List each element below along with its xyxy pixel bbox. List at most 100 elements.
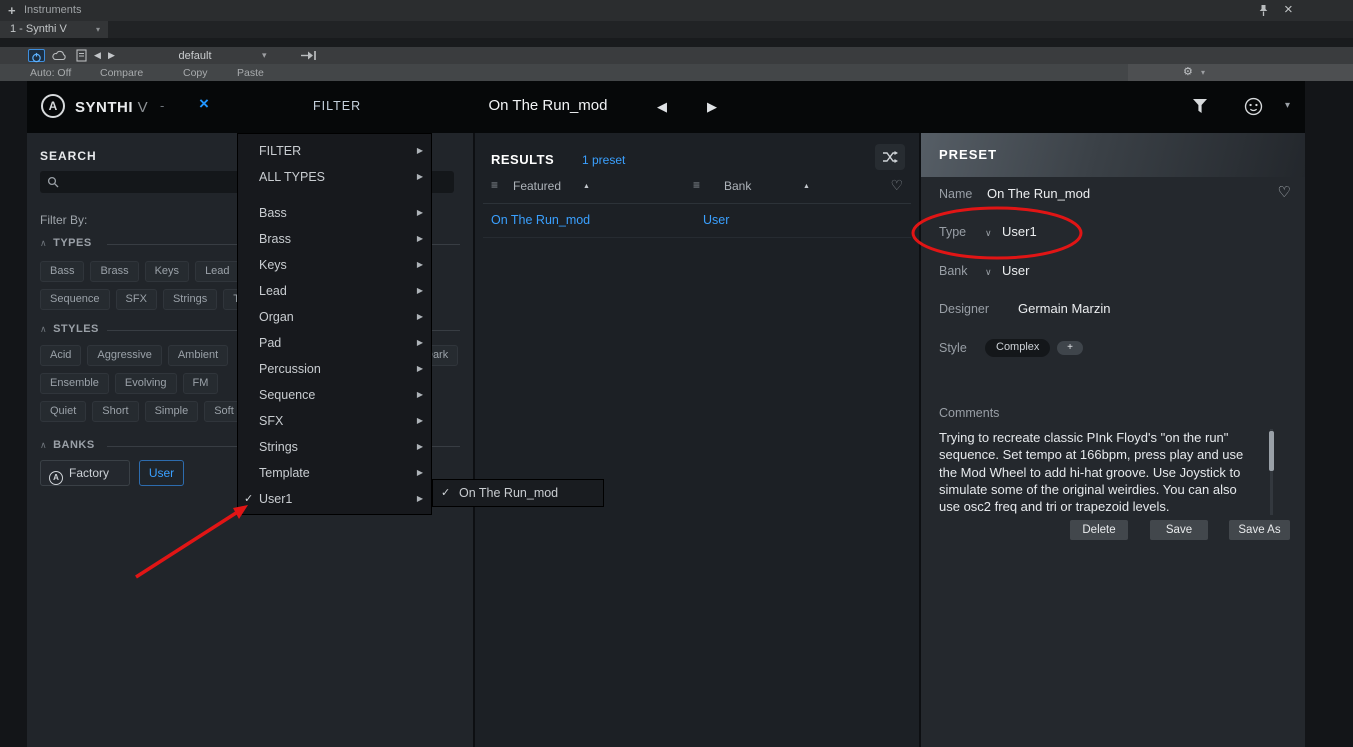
save-as-button[interactable]: Save As	[1229, 520, 1290, 540]
menu-item-keys[interactable]: Keys▶	[238, 252, 431, 278]
paste-button[interactable]: Paste	[237, 67, 264, 79]
hamburger-icon[interactable]: ≡	[693, 178, 700, 192]
close-browser-icon[interactable]: ×	[199, 94, 209, 114]
type-select-value[interactable]: User1	[1002, 224, 1037, 239]
type-select-chevron-icon[interactable]: ∨	[985, 228, 992, 239]
menu-item-percussion[interactable]: Percussion▶	[238, 356, 431, 382]
add-instrument-icon[interactable]: +	[8, 3, 16, 18]
type-chip[interactable]: Keys	[145, 261, 189, 282]
arturia-logo-icon: A	[41, 94, 65, 118]
result-row-name[interactable]: On The Run_mod	[491, 213, 590, 227]
comments-textarea[interactable]: Trying to recreate classic PInk Floyd's …	[939, 429, 1261, 515]
tab-synthi-v[interactable]: 1 - Synthi V ▾	[0, 21, 108, 38]
chevron-up-icon: ∧	[40, 324, 47, 334]
menu-item-sequence[interactable]: Sequence▶	[238, 382, 431, 408]
cloud-icon[interactable]	[52, 50, 67, 61]
types-section-header[interactable]: ∧TYPES	[40, 237, 92, 249]
gear-icon[interactable]: ⚙	[1183, 65, 1193, 78]
favorite-heart-icon[interactable]: ♡	[1278, 183, 1291, 201]
auto-label[interactable]: Auto: Off	[30, 67, 71, 79]
column-bank[interactable]: Bank	[724, 179, 751, 193]
tab-strip: 1 - Synthi V ▾	[0, 21, 1353, 38]
next-preset-arrow[interactable]: ▶	[707, 99, 717, 115]
styles-section-header[interactable]: ∧STYLES	[40, 323, 99, 335]
sort-asc-icon[interactable]: ▲	[803, 183, 810, 190]
close-window-icon[interactable]: ×	[1284, 1, 1293, 18]
type-chip[interactable]: Lead	[195, 261, 239, 282]
favorites-heart-icon[interactable]: ♡	[890, 177, 903, 194]
menu-item-sfx[interactable]: SFX▶	[238, 408, 431, 434]
hamburger-icon[interactable]: ≡	[491, 178, 498, 192]
toolbar-right-zone	[1128, 64, 1353, 81]
panel-divider	[473, 133, 475, 747]
submenu-arrow-icon: ▶	[417, 138, 423, 164]
shuffle-button[interactable]	[875, 144, 905, 170]
menu-item-filter[interactable]: FILTER▶	[238, 138, 431, 164]
type-chip[interactable]: Bass	[40, 261, 84, 282]
comments-scrollbar-thumb[interactable]	[1269, 431, 1274, 471]
result-row-bank[interactable]: User	[703, 213, 729, 227]
submenu-arrow-icon: ▶	[417, 278, 423, 304]
save-button[interactable]: Save	[1150, 520, 1208, 540]
style-chip[interactable]: Simple	[145, 401, 199, 422]
preset-name-value: On The Run_mod	[987, 186, 1090, 201]
type-chip[interactable]: SFX	[116, 289, 157, 310]
filter-menu-label[interactable]: FILTER	[313, 99, 361, 113]
type-chip[interactable]: Brass	[90, 261, 138, 282]
sort-asc-icon[interactable]: ▲	[583, 183, 590, 190]
menu-item-strings[interactable]: Strings▶	[238, 434, 431, 460]
wrapper-preset-select[interactable]: default	[130, 50, 260, 62]
type-chip[interactable]: Strings	[163, 289, 217, 310]
style-chip[interactable]: Ambient	[168, 345, 228, 366]
menu-item-brass[interactable]: Brass▶	[238, 226, 431, 252]
style-chip[interactable]: Acid	[40, 345, 81, 366]
banks-section-header[interactable]: ∧BANKS	[40, 439, 95, 451]
bank-label: Bank	[939, 264, 968, 278]
styles-chip-row-2: Ensemble Evolving FM	[40, 373, 218, 394]
bank-user-chip[interactable]: User	[139, 460, 184, 486]
bank-select-value[interactable]: User	[1002, 263, 1029, 278]
preset-file-icon[interactable]	[76, 49, 87, 62]
bank-factory-chip[interactable]: AFactory	[40, 460, 130, 486]
submenu-arrow-icon: ▶	[417, 226, 423, 252]
menu-item-user1[interactable]: ✓User1▶	[238, 486, 431, 512]
style-chip[interactable]: Aggressive	[87, 345, 161, 366]
submenu-arrow-icon: ▶	[417, 164, 423, 190]
arturia-mini-logo-icon: A	[49, 471, 63, 485]
delete-button[interactable]: Delete	[1070, 520, 1128, 540]
style-chip[interactable]: Evolving	[115, 373, 177, 394]
gear-caret-icon[interactable]: ▾	[1201, 68, 1205, 77]
copy-button[interactable]: Copy	[183, 67, 208, 79]
menu-item-pad[interactable]: Pad▶	[238, 330, 431, 356]
filter-funnel-icon[interactable]	[1190, 98, 1210, 115]
style-chip[interactable]: Quiet	[40, 401, 86, 422]
preset-caret-icon[interactable]: ▾	[262, 50, 267, 61]
styles-chip-row-3: Quiet Short Simple Soft	[40, 401, 244, 422]
prev-preset-button[interactable]: ◀	[94, 50, 101, 61]
style-chip[interactable]: FM	[183, 373, 219, 394]
menu-item-all-types[interactable]: ALL TYPES▶	[238, 164, 431, 190]
menu-item-lead[interactable]: Lead▶	[238, 278, 431, 304]
add-style-button[interactable]: +	[1057, 341, 1083, 355]
next-preset-button[interactable]: ▶	[108, 50, 115, 61]
plugin-toolbar: ◀ ▶ default ▾	[0, 47, 1353, 64]
type-chip[interactable]: Sequence	[40, 289, 110, 310]
column-featured[interactable]: Featured	[513, 179, 561, 193]
submenu-arrow-icon: ▶	[417, 486, 423, 512]
pin-icon[interactable]	[1258, 4, 1269, 17]
current-preset-name[interactable]: On The Run_mod	[474, 97, 622, 114]
submenu-item-on-the-run[interactable]: ✓On The Run_mod	[433, 480, 603, 506]
style-chip[interactable]: Short	[92, 401, 138, 422]
style-chip[interactable]: Ensemble	[40, 373, 109, 394]
artist-face-icon[interactable]	[1243, 96, 1264, 117]
power-toggle[interactable]	[28, 49, 45, 62]
menu-item-bass[interactable]: Bass▶	[238, 200, 431, 226]
style-tag-pill[interactable]: Complex	[985, 339, 1050, 357]
compare-button[interactable]: Compare	[100, 67, 143, 79]
menu-item-organ[interactable]: Organ▶	[238, 304, 431, 330]
prev-preset-arrow[interactable]: ◀	[657, 99, 667, 115]
detach-icon[interactable]	[300, 50, 317, 61]
bank-select-chevron-icon[interactable]: ∨	[985, 267, 992, 278]
menu-item-template[interactable]: Template▶	[238, 460, 431, 486]
header-caret-icon[interactable]: ▾	[1285, 100, 1290, 111]
